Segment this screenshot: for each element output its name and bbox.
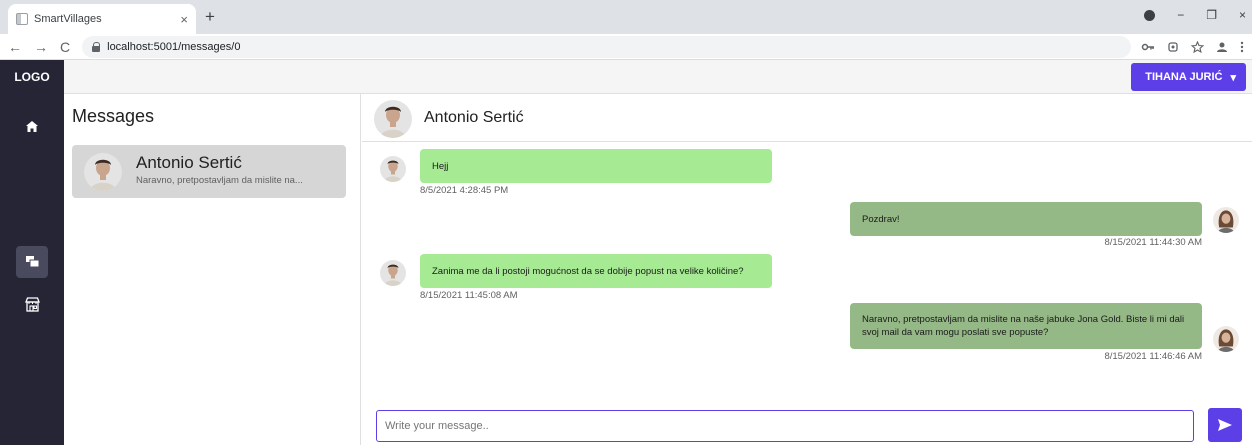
app-bar: LOGO TIHANA JURIĆ ▾ xyxy=(0,60,1252,94)
lock-icon xyxy=(92,41,101,52)
user-avatar xyxy=(1213,326,1239,352)
message-text: Zanima me da li postoji mogućnost da se … xyxy=(432,265,744,277)
tab-close-icon[interactable]: × xyxy=(180,12,188,27)
key-icon[interactable] xyxy=(1141,41,1155,53)
chat-panel: Antonio Sertić Hejj 8/5/2021 4:28:45 PM … xyxy=(362,94,1252,445)
conversation-name: Antonio Sertić xyxy=(136,153,242,172)
url-field[interactable]: localhost:5001/messages/0 xyxy=(82,35,1131,58)
message-bubble-incoming: Hejj xyxy=(420,149,772,183)
reload-button[interactable]: C xyxy=(60,39,70,55)
url-text: localhost:5001/messages/0 xyxy=(107,40,241,53)
contact-avatar xyxy=(374,100,412,138)
message-text: Pozdrav! xyxy=(862,213,900,225)
app-root: LOGO TIHANA JURIĆ ▾ Messages Antonio Ser… xyxy=(0,60,1252,445)
conversation-preview: Naravno, pretpostavljam da mislite na... xyxy=(136,175,303,186)
message-bubble-outgoing: Pozdrav! xyxy=(850,202,1202,236)
contact-avatar xyxy=(380,156,406,182)
user-name: TIHANA JURIĆ xyxy=(1145,71,1223,83)
message-timestamp: 8/5/2021 4:28:45 PM xyxy=(420,185,509,196)
back-button[interactable]: ← xyxy=(8,39,22,55)
send-button[interactable] xyxy=(1208,408,1242,442)
extension-icon[interactable] xyxy=(1167,41,1179,53)
conversation-item[interactable]: Antonio Sertić Naravno, pretpostavljam d… xyxy=(72,145,346,198)
toolbar-icons xyxy=(1141,40,1244,53)
profile-icon[interactable] xyxy=(1216,41,1228,53)
address-bar: ← → C localhost:5001/messages/0 xyxy=(0,34,1252,60)
browser-tab-strip: SmartVillages × + − ❐ × xyxy=(0,0,1252,34)
nav-home[interactable] xyxy=(16,110,48,142)
message-text: Hejj xyxy=(432,160,449,172)
forward-button[interactable]: → xyxy=(34,39,48,55)
chat-header: Antonio Sertić xyxy=(362,94,1252,142)
message-bubble-outgoing: Naravno, pretpostavljam da mislite na na… xyxy=(850,303,1202,349)
message-text-line: Naravno, pretpostavljam da mislite na na… xyxy=(862,314,1185,325)
message-text-line: svoj mail da vam mogu poslati sve popust… xyxy=(862,327,1049,338)
chat-contact-name: Antonio Sertić xyxy=(424,109,524,126)
user-menu-button[interactable]: TIHANA JURIĆ ▾ xyxy=(1131,63,1246,91)
message-bubble-incoming: Zanima me da li postoji mogućnost da se … xyxy=(420,254,772,288)
logo[interactable]: LOGO xyxy=(0,60,64,94)
nav-store[interactable] xyxy=(16,288,48,320)
close-window-button[interactable]: × xyxy=(1239,8,1246,22)
chevron-down-icon: ▾ xyxy=(1230,71,1236,84)
chat-icon xyxy=(25,256,39,268)
store-icon xyxy=(24,296,40,312)
maximize-button[interactable]: ❐ xyxy=(1206,8,1217,22)
window-controls: − ❐ × xyxy=(1144,8,1246,22)
new-tab-button[interactable]: + xyxy=(205,7,215,27)
message-timestamp: 8/15/2021 11:44:30 AM xyxy=(1104,237,1202,248)
profile-icon[interactable] xyxy=(1144,9,1156,21)
conversation-list-panel: Messages Antonio Sertić Naravno, pretpos… xyxy=(64,94,361,445)
minimize-button[interactable]: − xyxy=(1177,8,1184,22)
contact-avatar xyxy=(84,153,122,191)
message-timestamp: 8/15/2021 11:45:08 AM xyxy=(420,290,518,301)
user-avatar xyxy=(1213,207,1239,233)
favicon-icon xyxy=(16,13,28,25)
page-title: Messages xyxy=(72,106,155,126)
contact-avatar xyxy=(380,260,406,286)
nav-messages[interactable] xyxy=(16,246,48,278)
send-icon xyxy=(1218,419,1232,431)
star-icon[interactable] xyxy=(1191,40,1204,53)
menu-icon[interactable] xyxy=(1240,41,1244,53)
message-timestamp: 8/15/2021 11:46:46 AM xyxy=(1104,351,1202,362)
side-navigation xyxy=(0,94,64,445)
browser-tab[interactable]: SmartVillages × xyxy=(8,4,196,34)
tab-title: SmartVillages xyxy=(34,13,102,25)
message-input[interactable] xyxy=(376,410,1194,442)
home-icon xyxy=(26,120,38,132)
